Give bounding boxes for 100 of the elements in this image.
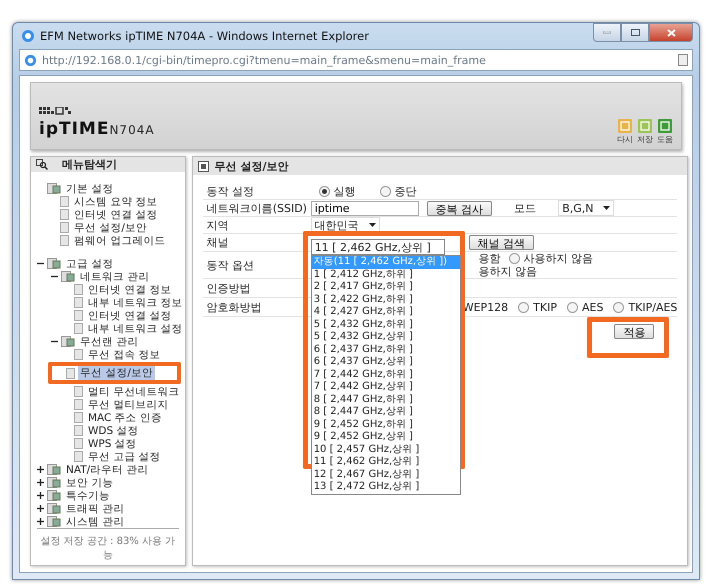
tree-item[interactable]: 무선 고급 설정 bbox=[86, 450, 163, 464]
page-icon bbox=[74, 438, 83, 449]
expand-icon[interactable] bbox=[36, 466, 44, 473]
channel-option[interactable]: 7 [ 2,442 GHz,상위 ] bbox=[312, 381, 460, 394]
tree-item[interactable]: 무선랜 관리 bbox=[78, 334, 140, 348]
tree-item[interactable]: 멀티 무선네트워크 bbox=[86, 384, 182, 398]
tree-item[interactable]: 고급 설정 bbox=[64, 256, 116, 270]
radio-button[interactable] bbox=[380, 186, 391, 196]
url-text: http://192.168.0.1/cgi-bin/timepro.cgi?tmenu=main_frame&smenu=main_frame bbox=[42, 54, 487, 66]
save-icon bbox=[638, 119, 652, 133]
radio-button[interactable] bbox=[318, 186, 330, 196]
option-label: WEP128 bbox=[462, 300, 508, 314]
channel-option[interactable]: 9 [ 2,452 GHz,하위 ] bbox=[312, 418, 460, 431]
tree-item[interactable]: 무선 설정/보안 bbox=[72, 220, 149, 234]
channel-option[interactable]: 8 [ 2,447 GHz,상위 ] bbox=[312, 406, 460, 418]
channel-option[interactable]: 10 [ 2,457 GHz,상위 ] bbox=[312, 444, 460, 456]
tree-item[interactable]: NAT/라우터 관리 bbox=[64, 462, 151, 476]
browser-icon bbox=[21, 29, 35, 43]
folder-icon bbox=[61, 271, 75, 282]
page-icon bbox=[74, 412, 83, 423]
tree-item[interactable]: 트래픽 관리 bbox=[64, 502, 126, 516]
caret-icon bbox=[603, 206, 610, 210]
tree-item[interactable]: 무선 접속 정보 bbox=[86, 348, 163, 362]
toolbar-button[interactable]: 도움 bbox=[657, 119, 673, 145]
channel-scan-button[interactable]: 채널 검색 bbox=[468, 235, 534, 250]
mode-dropdown[interactable]: B,G,N bbox=[558, 200, 614, 216]
tree-item[interactable]: 시스템 관리 bbox=[64, 514, 126, 528]
folder-icon bbox=[47, 490, 61, 501]
field-label: 인증방법 bbox=[206, 280, 252, 296]
option-label: 사용하지 않음 bbox=[524, 251, 594, 266]
window-title: EFM Networks ipTIME N704A - Windows Internet Explorer bbox=[40, 29, 370, 43]
toolbar-button[interactable]: 저장 bbox=[637, 119, 653, 145]
channel-option[interactable]: 6 [ 2,437 GHz,상위 ] bbox=[312, 356, 460, 368]
panel-icon bbox=[198, 160, 209, 172]
expand-icon[interactable] bbox=[36, 492, 44, 499]
folder-icon bbox=[47, 516, 61, 527]
tree-item[interactable]: 내부 네트워크 설정 bbox=[86, 322, 185, 336]
page-icon bbox=[74, 451, 83, 462]
radio-button[interactable] bbox=[518, 302, 530, 312]
radio-button[interactable] bbox=[613, 302, 624, 312]
channel-option[interactable]: 8 [ 2,447 GHz,하위 ] bbox=[312, 394, 460, 406]
address-bar[interactable]: http://192.168.0.1/cgi-bin/timepro.cgi?tmenu=main_frame&smenu=main_frame bbox=[19, 49, 693, 71]
tree-item[interactable]: 네트워크 관리 bbox=[78, 270, 152, 284]
tree-item[interactable]: 인터넷 연결 설정 bbox=[72, 208, 160, 222]
close-button[interactable] bbox=[649, 23, 693, 42]
caret-icon bbox=[368, 223, 376, 227]
undo-icon bbox=[618, 119, 632, 133]
panel-title: 무선 설정/보안 bbox=[214, 158, 289, 174]
expand-icon[interactable] bbox=[36, 479, 44, 486]
channel-dropdown[interactable]: 11 [ 2,462 GHz,상위 ] bbox=[310, 239, 445, 255]
channel-option[interactable]: 11 [ 2,462 GHz,상위 ] bbox=[312, 456, 460, 468]
field-label: 암호화방법 bbox=[206, 300, 263, 314]
channel-option[interactable]: 6 [ 2,437 GHz,하위 ] bbox=[312, 344, 460, 356]
radio-button[interactable] bbox=[566, 302, 578, 312]
field-label: 지역 bbox=[206, 218, 230, 232]
channel-option[interactable]: 2 [ 2,417 GHz,하위 ] bbox=[312, 281, 460, 294]
close-icon bbox=[666, 28, 676, 36]
ssid-field[interactable]: iptime bbox=[310, 200, 419, 216]
tree-item[interactable]: WPS 설정 bbox=[86, 436, 139, 450]
expand-icon[interactable] bbox=[36, 505, 44, 512]
tree-item[interactable]: 특수기능 bbox=[64, 488, 112, 502]
minimize-button[interactable] bbox=[593, 23, 621, 42]
toolbar-button[interactable]: 다시 bbox=[617, 119, 633, 145]
radio-button[interactable] bbox=[508, 253, 520, 264]
maximize-button[interactable] bbox=[621, 23, 649, 42]
channel-option[interactable]: 3 [ 2,422 GHz,하위 ] bbox=[312, 294, 460, 306]
channel-option[interactable]: 1 [ 2,412 GHz,하위 ] bbox=[312, 268, 460, 281]
tree-item[interactable]: 기본 설정 bbox=[64, 182, 116, 196]
option-label: AES bbox=[582, 300, 604, 314]
duplicate-check-button[interactable]: 중복 검사 bbox=[426, 200, 492, 216]
collapse-icon[interactable] bbox=[50, 338, 58, 345]
storage-status: 설정 저장 공간 : 83% 사용 가능 bbox=[37, 528, 179, 570]
tree-item[interactable]: 인터넷 연결 설정 bbox=[86, 308, 174, 322]
help-icon bbox=[658, 119, 672, 133]
tree-item[interactable]: MAC 주소 인증 bbox=[86, 410, 164, 424]
apply-button[interactable]: 적용 bbox=[614, 324, 654, 339]
page-icon bbox=[74, 323, 83, 334]
tree-item[interactable]: 시스템 요약 정보 bbox=[72, 194, 160, 208]
channel-option[interactable]: 12 [ 2,467 GHz,상위 ] bbox=[312, 468, 460, 481]
channel-option[interactable]: 5 [ 2,432 GHz,하위 ] bbox=[312, 318, 460, 331]
tree-item[interactable]: WDS 설정 bbox=[86, 424, 140, 438]
channel-option[interactable]: 9 [ 2,452 GHz,상위 ] bbox=[312, 431, 460, 444]
tree-item[interactable]: 펌웨어 업그레이드 bbox=[72, 234, 168, 248]
logo-mark-icon bbox=[39, 107, 71, 115]
collapse-icon[interactable] bbox=[50, 273, 58, 280]
page-icon bbox=[60, 235, 69, 246]
tree-item[interactable]: 보안 기능 bbox=[64, 476, 116, 490]
sidebar-title: 메뉴탐색기 bbox=[62, 157, 117, 172]
channel-option[interactable]: 7 [ 2,442 GHz,하위 ] bbox=[312, 368, 460, 381]
tree-item[interactable]: 인터넷 연결 정보 bbox=[86, 282, 174, 296]
option-label: TKIP bbox=[533, 300, 557, 314]
tree-item[interactable]: 내부 네트워크 정보 bbox=[86, 296, 185, 310]
model-name: N704A bbox=[109, 123, 155, 137]
tree-item[interactable]: 무선 멀티브리지 bbox=[86, 398, 170, 412]
channel-option[interactable]: 13 [ 2,472 GHz,상위 ] bbox=[312, 481, 460, 494]
tree-item[interactable]: 무선 설정/보안 bbox=[78, 366, 155, 380]
expand-icon[interactable] bbox=[36, 518, 44, 525]
channel-option[interactable]: 4 [ 2,427 GHz,하위 ] bbox=[312, 306, 460, 318]
channel-option[interactable]: 5 [ 2,432 GHz,상위 ] bbox=[312, 331, 460, 344]
collapse-icon[interactable] bbox=[36, 260, 44, 267]
